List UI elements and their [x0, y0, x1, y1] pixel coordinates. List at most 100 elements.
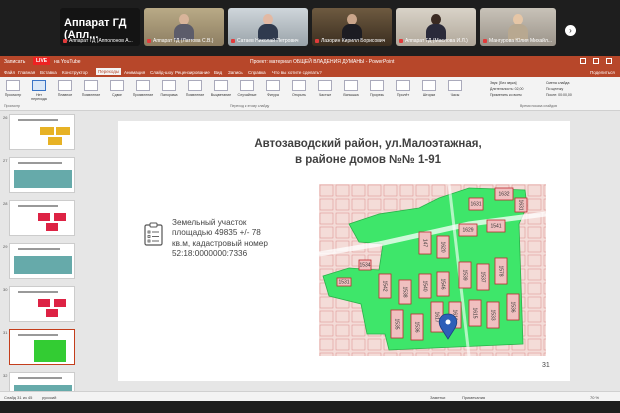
transition-icon — [370, 80, 384, 91]
screen: Аппарат ГД (Апл... Аппарат ГД (Апполонов… — [0, 0, 620, 413]
transition-appear[interactable]: Появление — [80, 80, 102, 97]
stream-target[interactable]: на YouTube — [54, 59, 81, 65]
transition-none[interactable]: Нет перехода — [28, 80, 50, 101]
tab-help[interactable]: Справка — [248, 70, 266, 75]
map-lot-label: 1536 — [510, 301, 516, 312]
slide-thumbnail[interactable]: 29 — [3, 243, 75, 279]
map-lot-label: 1541 — [490, 223, 501, 229]
mic-muted-icon — [399, 38, 403, 43]
location-pin-dot — [445, 319, 451, 325]
timing-options: Звук: [Без звука] Длительность: 02,00 Пр… — [490, 81, 523, 99]
transition-shape[interactable]: Фигура — [262, 80, 284, 97]
ribbon-tabs: Файл Главная Вставка Конструктор Переход… — [0, 67, 620, 77]
mic-muted-icon — [315, 38, 319, 43]
close-icon[interactable] — [606, 58, 612, 64]
participant-strip: Аппарат ГД (Апл... Аппарат ГД (Апполонов… — [0, 0, 620, 54]
participant-tile[interactable]: Аппарат ГД (Маслова И.Л.) — [396, 8, 476, 46]
participant-tile[interactable]: Сатаев Николай Петрович — [228, 8, 308, 46]
transition-frequent[interactable]: Частые — [314, 80, 336, 97]
language-indicator[interactable]: русский — [42, 395, 56, 400]
transition-flash[interactable]: Вспышка — [340, 80, 362, 97]
map-lot-label: 1615 — [472, 307, 478, 318]
preview-button[interactable]: Просмотр — [2, 80, 24, 97]
effect-options-button[interactable]: Часы — [444, 80, 466, 97]
slide-thumbnail[interactable]: 30 — [3, 286, 75, 322]
map-lot-label: 1631 — [470, 201, 481, 207]
participant-name: Сатаев Николай Петрович — [231, 38, 299, 44]
transition-cut[interactable]: Прорезь — [366, 80, 388, 97]
participant-tile[interactable]: Аппарат ГД (Апл... Аппарат ГД (Апполонов… — [60, 8, 140, 46]
map-lot-label: 1546 — [440, 278, 446, 289]
tab-file[interactable]: Файл — [4, 70, 15, 75]
tab-home[interactable]: Главная — [18, 70, 35, 75]
tab-design[interactable]: Конструктор — [62, 70, 88, 75]
participant-tile[interactable]: Мангурова Юлия Михайл... — [480, 8, 556, 46]
notes-button[interactable]: Заметки — [430, 395, 445, 400]
participant-name: Мангурова Юлия Михайл... — [483, 38, 552, 44]
person-video — [174, 14, 194, 40]
transition-appear-2[interactable]: Появление — [184, 80, 206, 97]
share-button[interactable]: Поделиться — [590, 70, 615, 75]
tab-record[interactable]: Запись — [228, 70, 243, 75]
transition-fade[interactable]: Плавное — [54, 80, 76, 97]
transition-push[interactable]: Сдвиг — [106, 80, 128, 97]
apply-all-button[interactable]: Применить ко всем — [490, 93, 523, 99]
transition-uncover[interactable]: Открыть — [288, 80, 310, 97]
slide-thumbnail-selected[interactable]: 31 — [3, 329, 75, 365]
transition-pan[interactable]: Панорама — [158, 80, 180, 97]
chevron-right-icon[interactable]: › — [565, 25, 576, 36]
slide-thumbnail[interactable]: 28 — [3, 200, 75, 236]
map-lot-label: 1632 — [498, 191, 509, 197]
map-lot-label: 1540 — [422, 280, 428, 291]
zoom-level[interactable]: 70 % — [590, 395, 599, 400]
participant-name: Аппарат ГД (Латгова С.В.) — [147, 38, 213, 44]
participant-name: Аппарат ГД (Маслова И.Л.) — [399, 38, 468, 44]
map-lot-label: 1578 — [498, 265, 504, 276]
map-lot-label: 1631 — [518, 199, 524, 210]
comments-button[interactable]: Примечания — [462, 395, 485, 400]
transition-icon — [396, 80, 410, 91]
slide-thumbnails-pane: 26 27 28 29 30 31 32 — [0, 111, 85, 391]
slide-thumbnail[interactable]: 32 — [3, 372, 75, 391]
powerpoint-window: Записать LIVE на YouTube Проект: материа… — [0, 56, 620, 401]
transition-dissolve[interactable]: Выцветание — [210, 80, 232, 97]
group-label: Переход к этому слайду — [230, 104, 270, 108]
participant-tile[interactable]: Лазорин Кирилл Борисович — [312, 8, 392, 46]
tab-animations[interactable]: Анимация — [124, 70, 145, 75]
tab-slideshow[interactable]: Слайд-шоу — [150, 70, 173, 75]
slide-thumbnail[interactable]: 26 — [3, 114, 75, 150]
tab-view[interactable]: Вид — [214, 70, 222, 75]
tab-review[interactable]: Рецензирование — [175, 70, 210, 75]
transition-icon — [32, 80, 46, 91]
group-label: Просмотр — [4, 104, 20, 108]
map-lot-label: 1533 — [490, 309, 496, 320]
window-title: Проект: материал ОБЩЕЙ ВЛАДЕНИЯ ДУМАНЫ -… — [250, 59, 395, 65]
mic-muted-icon — [231, 38, 235, 43]
tab-transitions[interactable]: Переходы — [96, 68, 122, 75]
map-lot-label: 1537 — [480, 271, 486, 282]
maximize-icon[interactable] — [593, 58, 599, 64]
slide-title-line1: Автозаводский район, ул.Малоэтажная, — [254, 138, 482, 150]
transition-random[interactable]: Случайные — [236, 80, 258, 97]
transition-icon — [240, 80, 254, 91]
advance-options: Смена слайда По щелчку После: 00:00,00 — [546, 81, 572, 99]
after-checkbox[interactable]: После: 00:00,00 — [546, 93, 572, 99]
minimize-icon[interactable] — [580, 58, 586, 64]
transition-blinds[interactable]: Шторки — [418, 80, 440, 97]
slide-editor: Автозаводский район, ул.Малоэтажная, в р… — [86, 111, 620, 391]
tell-me-search[interactable]: Что вы хотите сделать? — [272, 70, 322, 75]
slide-page-number: 31 — [542, 362, 550, 369]
person-video — [342, 14, 362, 40]
transition-reveal[interactable]: Проявление — [132, 80, 154, 97]
preview-icon — [6, 80, 20, 91]
mic-muted-icon — [483, 38, 487, 43]
quick-access[interactable]: Записать — [4, 59, 25, 65]
slide-thumbnail[interactable]: 27 — [3, 157, 75, 193]
map-lot-label: 1536 — [414, 321, 420, 332]
tab-insert[interactable]: Вставка — [40, 70, 57, 75]
slide-canvas[interactable]: Автозаводский район, ул.Малоэтажная, в р… — [118, 121, 570, 381]
map-lot-label: 1539 — [462, 269, 468, 280]
slide-title-line2: в районе домов №№ 1-91 — [295, 154, 441, 166]
transition-fly[interactable]: Пролёт — [392, 80, 414, 97]
participant-tile[interactable]: Аппарат ГД (Латгова С.В.) — [144, 8, 224, 46]
